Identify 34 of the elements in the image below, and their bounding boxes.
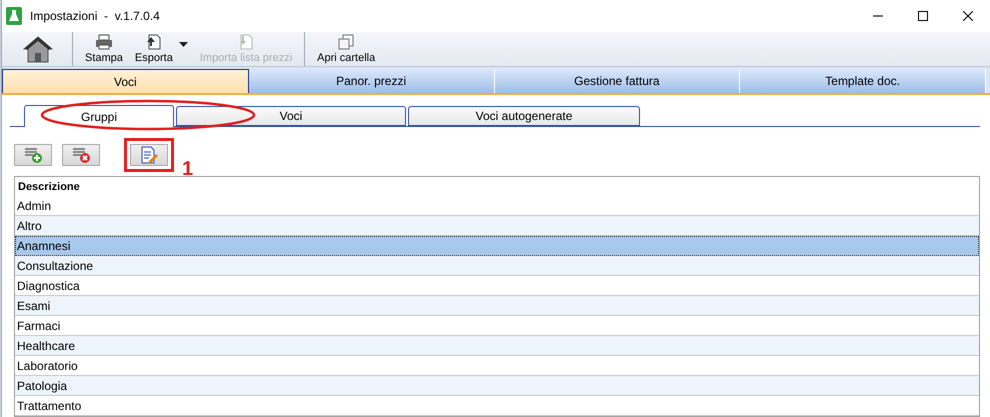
close-icon — [962, 11, 972, 21]
toolbar-button[interactable]: Apri cartella — [311, 34, 382, 64]
document-arrow-icon — [237, 34, 255, 50]
maximize-icon — [918, 11, 928, 21]
printer-icon — [94, 34, 113, 50]
table-row[interactable]: Healthcare — [15, 336, 979, 356]
table-row[interactable]: Altro — [15, 216, 979, 236]
app-icon — [6, 7, 22, 25]
table-row[interactable]: Consultazione — [15, 256, 979, 276]
house-icon — [23, 35, 53, 63]
tab[interactable]: Template doc. — [740, 69, 986, 94]
edit-document-icon — [140, 146, 158, 164]
caret-icon[interactable] — [178, 42, 188, 46]
window-title: Impostazioni - v.1.7.0.4 — [30, 9, 161, 23]
tab[interactable]: Gestione fattura — [494, 69, 740, 94]
document-arrow-icon — [144, 34, 163, 50]
toolbar-button[interactable]: Stampa — [79, 34, 129, 64]
table-row[interactable]: Anamnesi — [15, 236, 979, 256]
delete-button[interactable] — [62, 144, 100, 166]
tab[interactable]: Gruppi — [24, 105, 174, 127]
tab[interactable]: Voci autogenerate — [408, 106, 640, 126]
column-header: Descrizione — [17, 180, 81, 194]
table-row[interactable]: Esami — [15, 296, 979, 316]
list-add-icon — [23, 146, 43, 164]
toolbar-button[interactable]: Esporta — [128, 34, 179, 64]
table-row[interactable]: Patologia — [15, 376, 979, 396]
tab[interactable]: Voci — [176, 106, 406, 126]
list-delete-icon — [71, 146, 91, 164]
tab[interactable]: Panor. prezzi — [248, 69, 494, 94]
annotation-number: 1 — [182, 158, 194, 181]
tab[interactable]: Voci — [2, 69, 249, 94]
edit-button[interactable] — [130, 144, 168, 166]
documents-icon — [337, 34, 356, 50]
add-button[interactable] — [14, 144, 52, 166]
